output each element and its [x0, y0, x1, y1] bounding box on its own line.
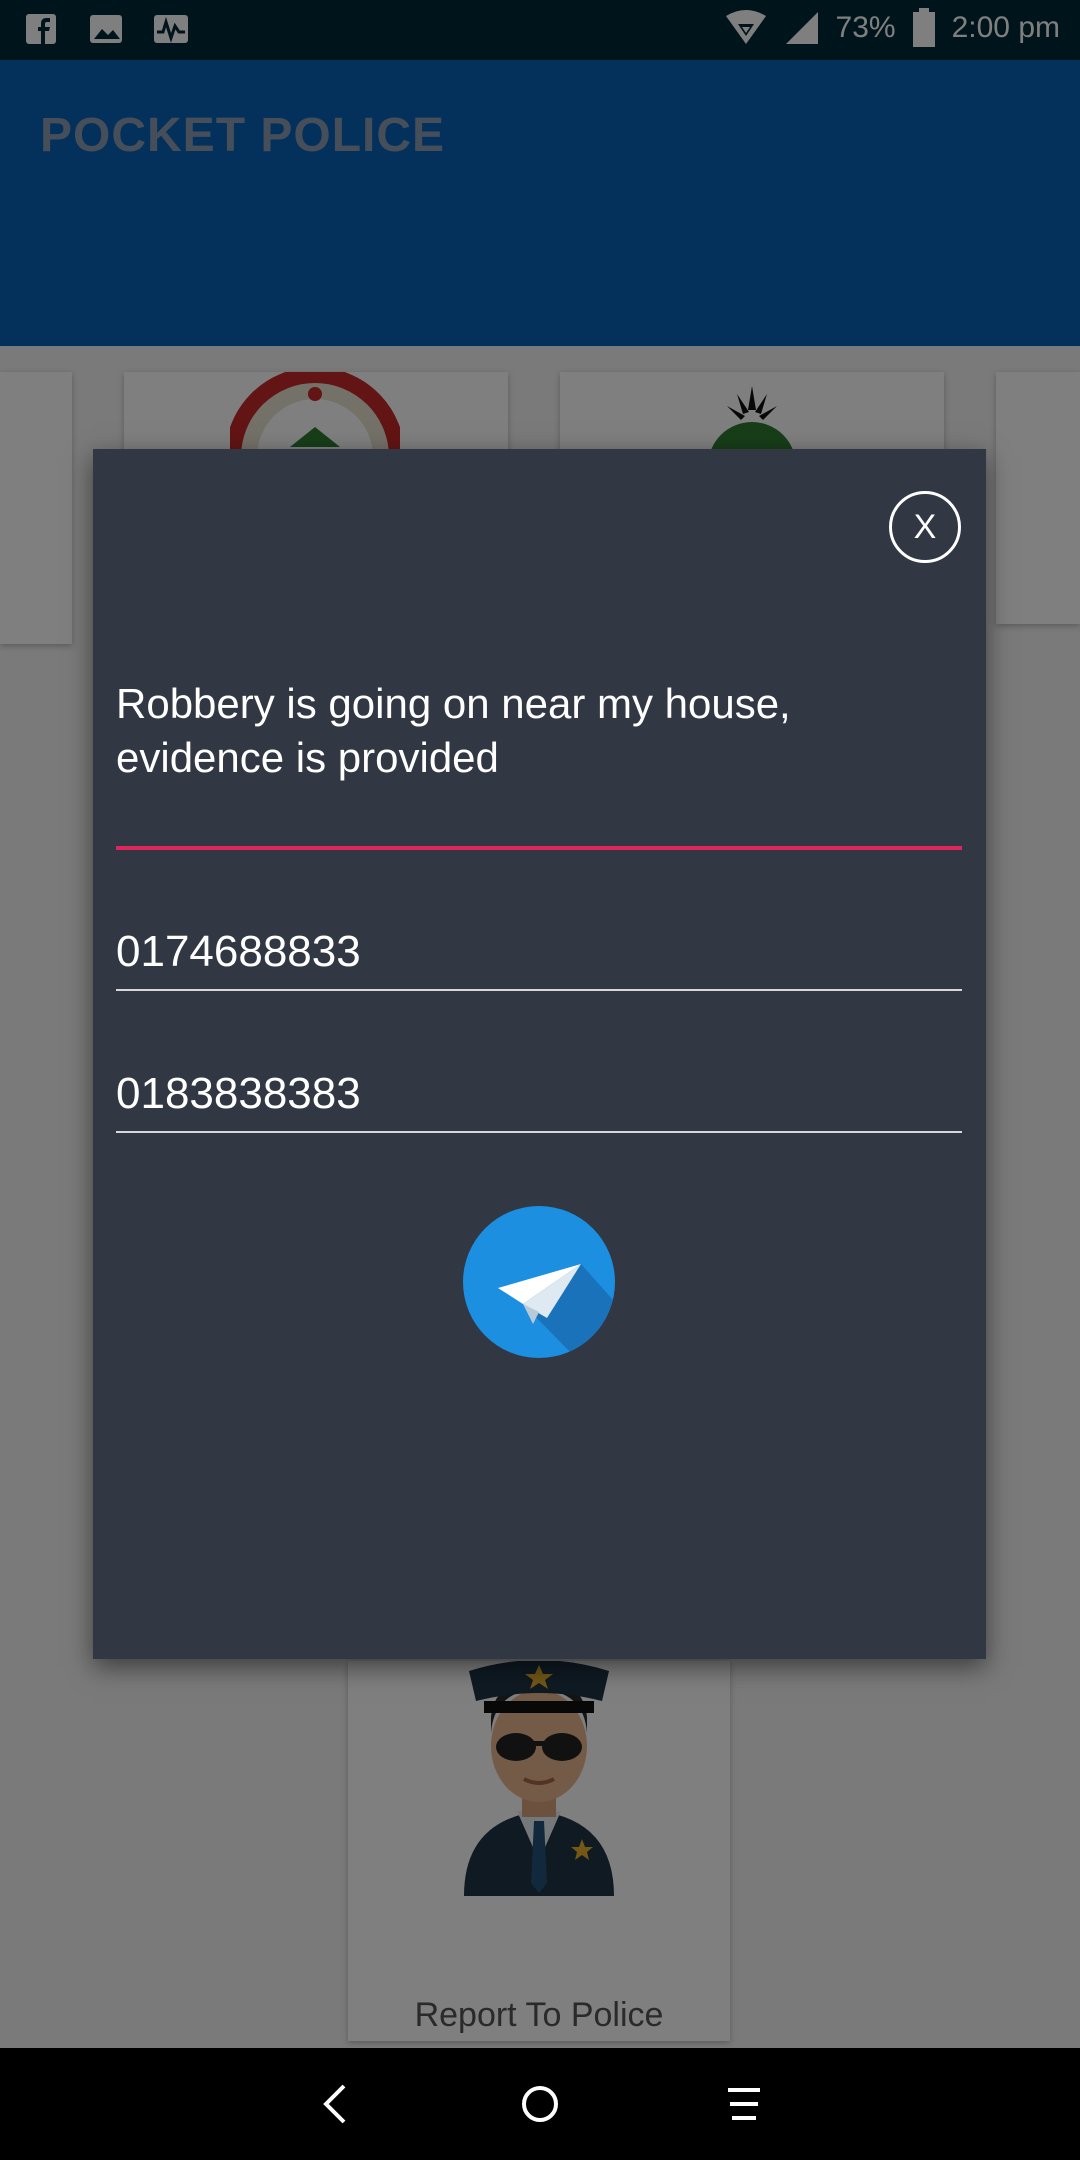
- close-icon: X: [913, 507, 937, 546]
- phone-field-2-underline: [116, 1131, 962, 1133]
- message-input-underline: [116, 846, 962, 850]
- back-icon[interactable]: [306, 2074, 366, 2134]
- phone-field-1-underline: [116, 989, 962, 991]
- message-input[interactable]: Robbery is going on near my house, evide…: [116, 677, 962, 785]
- navigation-bar: [0, 2048, 1080, 2160]
- phone-field-1[interactable]: 0174688833: [116, 927, 361, 977]
- send-button[interactable]: [463, 1206, 615, 1358]
- menu-icon[interactable]: [714, 2074, 774, 2134]
- phone-field-2[interactable]: 0183838383: [116, 1069, 361, 1119]
- paper-plane-icon: [498, 1264, 615, 1358]
- close-button[interactable]: X: [889, 491, 961, 563]
- report-dialog: X Robbery is going on near my house, evi…: [93, 449, 986, 1659]
- home-icon[interactable]: [510, 2074, 570, 2134]
